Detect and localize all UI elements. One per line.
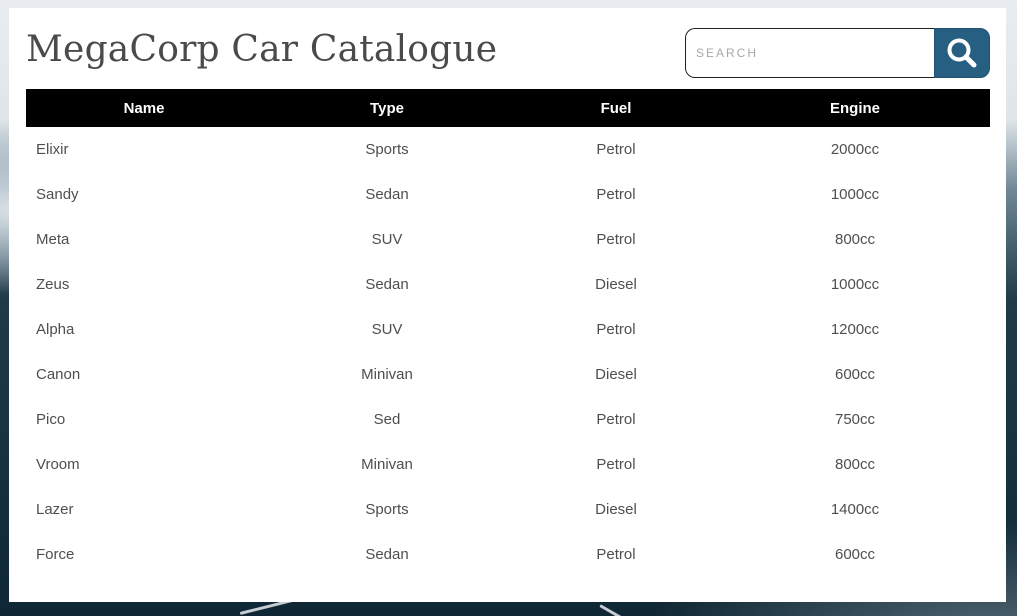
cell-fuel: Petrol xyxy=(596,231,636,248)
cell-engine: 2000cc xyxy=(830,141,880,158)
cell-type: Minivan xyxy=(361,366,413,383)
cell-type: Sed xyxy=(373,411,401,428)
cell-name: Pico xyxy=(36,411,66,428)
cell-fuel: Petrol xyxy=(596,456,636,473)
cell-fuel: Petrol xyxy=(596,141,636,158)
cell-engine: 600cc xyxy=(834,366,876,383)
cell-fuel: Petrol xyxy=(596,546,636,563)
search-input[interactable] xyxy=(685,28,935,78)
cell-fuel: Petrol xyxy=(596,321,636,338)
cell-engine: 750cc xyxy=(834,411,876,428)
cell-type: Sedan xyxy=(365,186,409,203)
table-row: Force Sedan Petrol 600cc xyxy=(26,532,990,577)
cell-type: Sports xyxy=(365,141,409,158)
column-header-type[interactable]: Type xyxy=(262,89,512,127)
cell-type: Minivan xyxy=(361,456,413,473)
cell-name: Sandy xyxy=(36,186,79,203)
table-body: Elixir Sports Petrol 2000cc Sandy Sedan Petrol… xyxy=(26,127,990,577)
table-row: Canon Minivan Diesel 600cc xyxy=(26,352,990,397)
cell-name: Alpha xyxy=(36,321,75,338)
column-header-engine[interactable]: Engine xyxy=(720,89,990,127)
cell-name: Vroom xyxy=(36,456,80,473)
cell-engine: 1200cc xyxy=(830,321,880,338)
cell-fuel: Petrol xyxy=(596,411,636,428)
table-row: Pico Sed Petrol 750cc xyxy=(26,397,990,442)
table-row: Lazer Sports Diesel 1400cc xyxy=(26,487,990,532)
table-row: Vroom Minivan Petrol 800cc xyxy=(26,442,990,487)
cell-fuel: Diesel xyxy=(595,276,637,293)
search-button[interactable] xyxy=(934,28,990,78)
cell-name: Zeus xyxy=(36,276,70,293)
search-icon xyxy=(947,38,977,68)
cell-engine: 800cc xyxy=(834,231,876,248)
search-box xyxy=(685,28,990,78)
cell-name: Canon xyxy=(36,366,81,383)
cell-name: Force xyxy=(36,546,75,563)
table-header-row: Name Type Fuel Engine xyxy=(26,89,990,127)
cell-engine: 800cc xyxy=(834,456,876,473)
table-row: Elixir Sports Petrol 2000cc xyxy=(26,127,990,172)
table-row: Zeus Sedan Diesel 1000cc xyxy=(26,262,990,307)
table-row: Sandy Sedan Petrol 1000cc xyxy=(26,172,990,217)
cell-name: Meta xyxy=(36,231,70,248)
cell-fuel: Diesel xyxy=(595,501,637,518)
cell-engine: 1000cc xyxy=(830,186,880,203)
column-header-name[interactable]: Name xyxy=(26,89,262,127)
cell-engine: 600cc xyxy=(834,546,876,563)
car-table: Name Type Fuel Engine Elixir Sports Petrol… xyxy=(26,89,990,577)
cell-fuel: Diesel xyxy=(595,366,637,383)
background-streak xyxy=(599,604,645,616)
table-row: Meta SUV Petrol 800cc xyxy=(26,217,990,262)
cell-type: SUV xyxy=(371,321,403,338)
cell-type: Sedan xyxy=(365,276,409,293)
cell-engine: 1000cc xyxy=(830,276,880,293)
page-title: MegaCorp Car Catalogue xyxy=(26,29,498,70)
cell-name: Lazer xyxy=(36,501,74,518)
cell-fuel: Petrol xyxy=(596,186,636,203)
cell-type: Sports xyxy=(365,501,409,518)
table-row: Alpha SUV Petrol 1200cc xyxy=(26,307,990,352)
column-header-fuel[interactable]: Fuel xyxy=(512,89,720,127)
catalogue-card: MegaCorp Car Catalogue Name Type Fuel En… xyxy=(9,8,1006,602)
cell-type: Sedan xyxy=(365,546,409,563)
cell-engine: 1400cc xyxy=(830,501,880,518)
cell-type: SUV xyxy=(371,231,403,248)
cell-name: Elixir xyxy=(36,141,69,158)
